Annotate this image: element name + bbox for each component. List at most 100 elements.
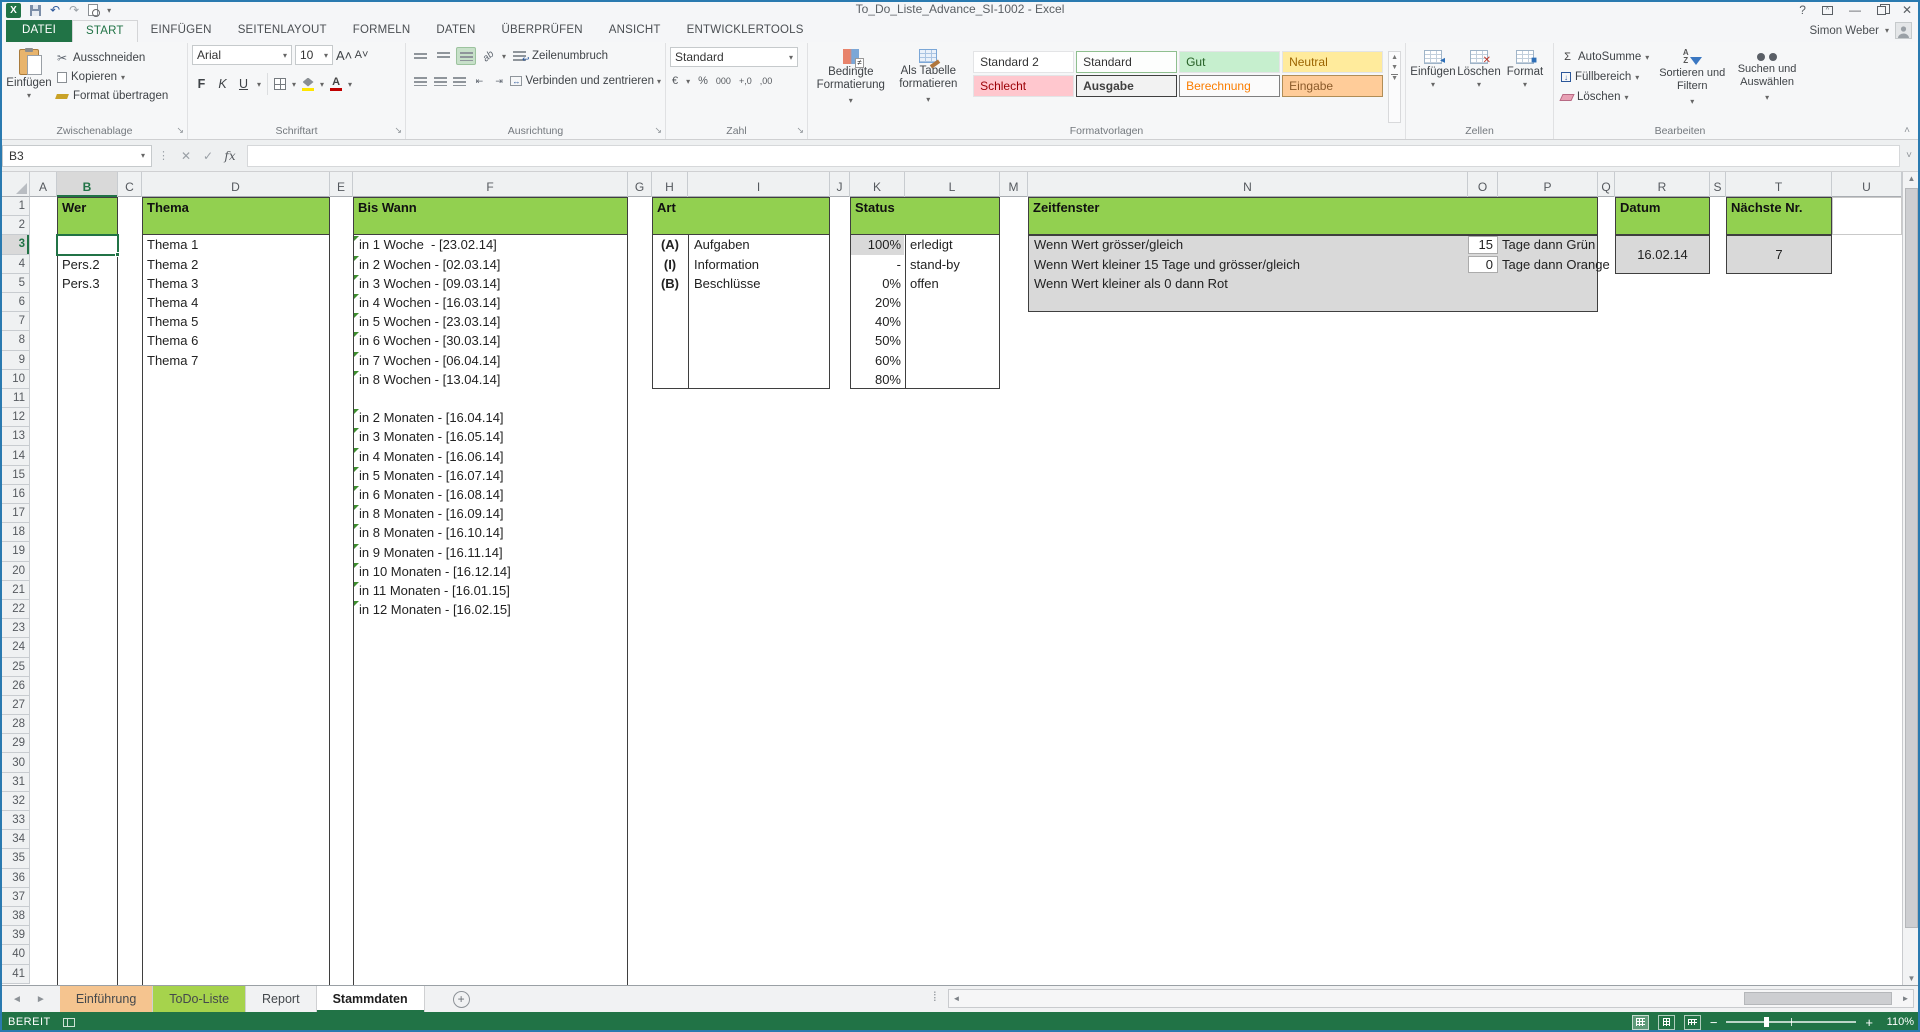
row-header-28[interactable]: 28 [2,715,30,734]
datum-value[interactable]: 16.02.14 [1616,236,1709,272]
row-header-1[interactable]: 1 [2,197,30,216]
cell-style-bad[interactable]: Schlecht [973,75,1074,97]
dialog-launcher-icon[interactable]: ↘ [394,125,402,136]
help-icon[interactable]: ? [1799,3,1806,17]
cell-B4[interactable]: Pers.2 [62,255,114,274]
cell-L4[interactable]: stand-by [910,255,998,274]
cell-style-input[interactable]: Eingabe [1282,75,1383,97]
italic-button[interactable]: K [215,77,230,91]
copy-button[interactable]: Kopieren ▾ [52,68,171,86]
col-header-Q[interactable]: Q [1598,172,1615,197]
scroll-up-icon[interactable]: ▲ [1903,174,1920,183]
align-top-icon[interactable] [410,47,430,65]
col-header-G[interactable]: G [628,172,652,197]
close-icon[interactable]: ✕ [1902,3,1912,17]
col-header-I[interactable]: I [688,172,830,197]
cell-style-neutral[interactable]: Neutral [1282,51,1383,73]
row-header-7[interactable]: 7 [2,312,30,331]
align-center-icon[interactable] [432,72,449,90]
cell-style-good[interactable]: Gut [1179,51,1280,73]
row-header-11[interactable]: 11 [2,389,30,408]
align-bottom-icon[interactable] [456,47,476,65]
zoom-slider-thumb[interactable] [1764,1017,1769,1027]
col-header-D[interactable]: D [142,172,330,197]
cell-K3[interactable]: 100% [850,235,901,254]
row-header-29[interactable]: 29 [2,734,30,753]
sheet-tab-einf-hrung[interactable]: Einführung [60,986,153,1012]
sheet-tab-todo-liste[interactable]: ToDo-Liste [153,986,246,1012]
cell-H4[interactable]: (I) [652,255,688,274]
decrease-font-icon[interactable]: A˅ [354,49,369,61]
cell-D6[interactable]: Thema 4 [147,293,325,312]
delete-cells-button[interactable]: ✕ Löschen ▾ [1456,45,1502,123]
restore-icon[interactable] [1877,6,1886,15]
autosum-button[interactable]: Σ AutoSumme ▾ [1558,48,1652,66]
vertical-scroll-thumb[interactable] [1905,188,1918,928]
next-sheet-icon[interactable]: ► [36,994,46,1005]
cell-F6[interactable]: in 4 Wochen - [16.03.14] [359,293,624,312]
cell-F13[interactable]: in 3 Monaten - [16.05.14] [359,427,624,446]
bold-button[interactable]: F [194,77,209,91]
col-header-H[interactable]: H [652,172,688,197]
formula-bar-splitter[interactable]: ⋮ [158,149,169,162]
cell-style-normal[interactable]: Standard [1076,51,1177,73]
expand-formula-bar-icon[interactable]: ˅ [1900,150,1918,161]
save-icon[interactable] [30,5,41,16]
minimize-icon[interactable]: — [1849,3,1861,17]
row-header-40[interactable]: 40 [2,945,30,964]
row-header-19[interactable]: 19 [2,542,30,561]
conditional-formatting-button[interactable]: Bedingte Formatierung ▾ [812,45,890,123]
cell-K10[interactable]: 80% [850,370,901,389]
insert-function-icon[interactable]: fx [219,149,241,163]
cell-K9[interactable]: 60% [850,351,901,370]
cell-D8[interactable]: Thema 6 [147,331,325,350]
row-header-34[interactable]: 34 [2,830,30,849]
horizontal-scroll-thumb[interactable] [1744,992,1892,1005]
ribbon-tab-einfügen[interactable]: EINFÜGEN [138,20,225,42]
normal-view-icon[interactable] [1632,1015,1649,1030]
wrap-text-button[interactable]: Zeilenumbruch [532,50,608,62]
cell-F10[interactable]: in 8 Wochen - [13.04.14] [359,370,624,389]
ribbon-tab-ansicht[interactable]: ANSICHT [596,20,674,42]
cell-H5[interactable]: (B) [652,274,688,293]
increase-indent-icon[interactable]: ⇥ [491,72,508,90]
user-account[interactable]: Simon Weber ▾ [1810,22,1912,39]
ribbon-tab-seitenlayout[interactable]: SEITENLAYOUT [225,20,340,42]
cell-K8[interactable]: 50% [850,331,901,350]
sheet-tab-report[interactable]: Report [246,986,317,1012]
cell-F4[interactable]: in 2 Wochen - [02.03.14] [359,255,624,274]
cell-F14[interactable]: in 4 Monaten - [16.06.14] [359,447,624,466]
prev-sheet-icon[interactable]: ◄ [12,994,22,1005]
fill-button[interactable]: ↓ Füllbereich ▾ [1558,68,1652,86]
ribbon-tab-entwicklertools[interactable]: ENTWICKLERTOOLS [674,20,817,42]
find-select-button[interactable]: Suchen und Auswählen ▾ [1732,45,1802,108]
cell-D3[interactable]: Thema 1 [147,235,325,254]
cell-F3[interactable]: in 1 Woche - [23.02.14] [359,235,624,254]
row-header-39[interactable]: 39 [2,926,30,945]
cell-F18[interactable]: in 8 Monaten - [16.10.14] [359,523,624,542]
increase-font-icon[interactable]: A˄ [336,48,351,63]
cell-I4[interactable]: Information [694,255,824,274]
col-header-P[interactable]: P [1498,172,1598,197]
zoom-out-icon[interactable]: − [1710,1015,1718,1030]
col-header-U[interactable]: U [1832,172,1902,197]
col-header-A[interactable]: A [30,172,57,197]
decrease-decimal-icon[interactable]: ,00 [760,76,773,86]
row-header-17[interactable]: 17 [2,504,30,523]
col-header-F[interactable]: F [353,172,628,197]
cell-F12[interactable]: in 2 Monaten - [16.04.14] [359,408,624,427]
tab-scroll-splitter[interactable]: ⁞ [933,989,937,1004]
fill-color-button[interactable] [302,78,314,91]
cell-D7[interactable]: Thema 5 [147,312,325,331]
ribbon-tab-daten[interactable]: DATEN [423,20,488,42]
col-header-O[interactable]: O [1468,172,1498,197]
col-header-M[interactable]: M [1000,172,1028,197]
row-header-18[interactable]: 18 [2,523,30,542]
row-header-15[interactable]: 15 [2,466,30,485]
row-header-35[interactable]: 35 [2,849,30,868]
zoom-level[interactable]: 110% [1882,1016,1914,1028]
merge-center-button[interactable]: Verbinden und zentrieren [525,75,654,87]
formula-input[interactable] [247,145,1900,167]
row-header-10[interactable]: 10 [2,370,30,389]
zeitfenster-value-O4[interactable]: 0 [1468,256,1498,273]
